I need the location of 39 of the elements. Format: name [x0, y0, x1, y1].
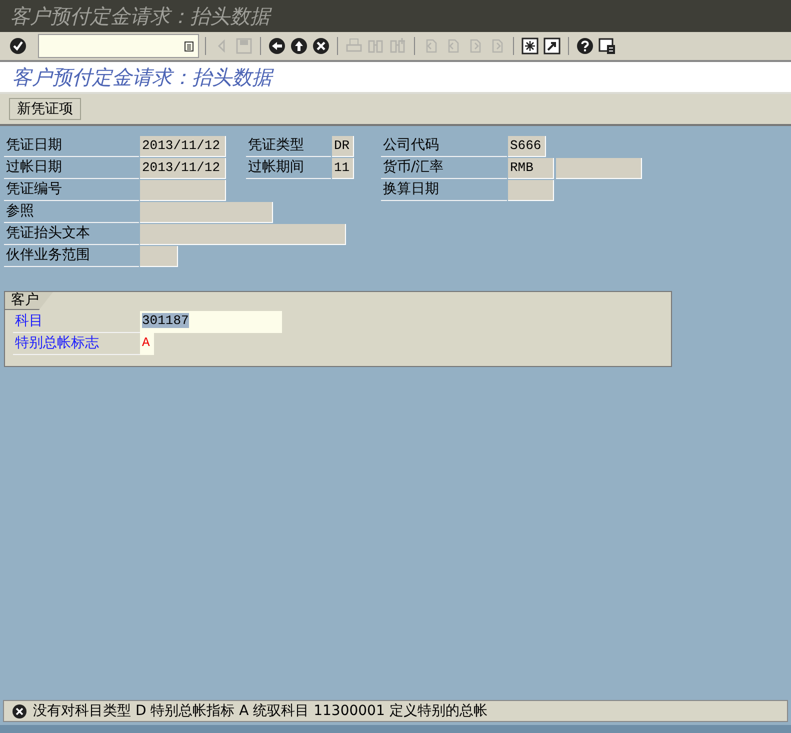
- field-label: 公司代码: [381, 136, 507, 157]
- field-label: 凭证编号: [4, 180, 139, 201]
- field-label: 凭证抬头文本: [4, 224, 139, 245]
- shortcut-icon[interactable]: [542, 36, 562, 56]
- input-field[interactable]: [140, 202, 273, 223]
- input-field[interactable]: 301187: [140, 311, 282, 333]
- field-label: 凭证类型: [246, 136, 331, 157]
- new-item-button[interactable]: 新凭证项: [9, 98, 81, 120]
- input-field[interactable]: 2013/11/12: [140, 158, 226, 179]
- group-title: 客户: [11, 292, 39, 308]
- field-label: 换算日期: [381, 180, 507, 201]
- layout-icon[interactable]: [597, 36, 617, 56]
- list-icon[interactable]: [184, 40, 194, 52]
- help-icon[interactable]: [575, 36, 595, 56]
- input-field[interactable]: [508, 180, 554, 201]
- window-title: 客户预付定金请求：抬头数据: [10, 2, 270, 30]
- check-icon[interactable]: [8, 36, 28, 56]
- input-field[interactable]: [140, 224, 346, 245]
- field-label: 货币/汇率: [381, 158, 507, 179]
- field-label: 凭证日期: [4, 136, 139, 157]
- field-label: 过帐期间: [246, 158, 331, 179]
- input-field[interactable]: S666: [508, 136, 546, 157]
- input-field[interactable]: [140, 246, 178, 267]
- input-field[interactable]: A: [140, 333, 154, 355]
- input-field[interactable]: [140, 180, 226, 201]
- input-field[interactable]: RMB: [508, 158, 554, 179]
- exit-icon[interactable]: [289, 36, 309, 56]
- input-field[interactable]: 11: [332, 158, 354, 179]
- screen-title: 客户预付定金请求：抬头数据: [12, 64, 272, 90]
- back-icon[interactable]: [267, 36, 287, 56]
- command-field[interactable]: [38, 34, 199, 58]
- field-label: 伙伴业务范围: [4, 246, 139, 267]
- status-message: 没有对科目类型 D 特别总帐指标 A 统驭科目 11300001 定义特别的总帐: [33, 702, 488, 720]
- input-field[interactable]: [556, 158, 642, 179]
- input-field[interactable]: DR: [332, 136, 354, 157]
- field-label: 过帐日期: [4, 158, 139, 179]
- cancel-icon[interactable]: [311, 36, 331, 56]
- input-field[interactable]: 2013/11/12: [140, 136, 226, 157]
- field-label: 参照: [4, 202, 139, 223]
